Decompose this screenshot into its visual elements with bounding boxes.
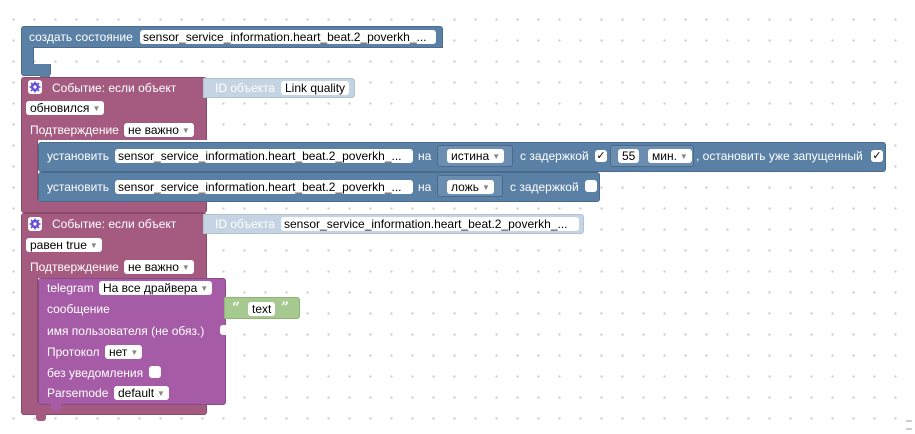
create-state-id-field[interactable]: sensor_service_information.heart_beat.2_…: [140, 30, 436, 44]
set1-stop-checkbox[interactable]: ✓: [871, 150, 883, 162]
event2-notch: [36, 413, 46, 421]
event1-ack-dropdown[interactable]: не важно ▼: [124, 123, 194, 137]
set2-on-label: на: [418, 180, 432, 194]
event2-title: Событие: если объект: [52, 217, 177, 231]
event2-condition-dropdown[interactable]: равен true ▼: [26, 238, 102, 252]
close-quote-icon: ”: [281, 300, 290, 316]
telegram-parsemode-dropdown[interactable]: default ▼: [114, 386, 169, 400]
telegram-label: telegram: [47, 281, 94, 295]
message-text-field[interactable]: text: [248, 302, 276, 316]
create-state-label: создать состояние: [29, 30, 133, 44]
event1-id-label: ID объекта: [215, 81, 276, 95]
event1-statement-rail: [21, 139, 38, 203]
event2-statement-rail: [21, 277, 38, 406]
event2-gear-icon[interactable]: [28, 217, 42, 231]
telegram-user-label: имя пользователя (не обяз.): [47, 324, 205, 338]
telegram-message-label: сообщение: [47, 302, 110, 316]
set1-delay-value[interactable]: 55: [618, 149, 640, 163]
resize-handle-2[interactable]: [906, 428, 912, 430]
event1-ack-label: Подтверждение: [30, 123, 119, 137]
set1-unit-dropdown[interactable]: мин. ▼: [648, 149, 692, 163]
event1-gear-icon[interactable]: [28, 80, 42, 94]
set2-delay-checkbox[interactable]: [585, 180, 597, 192]
telegram-recipient-dropdown[interactable]: На все драйвера ▼: [99, 281, 213, 295]
user-input-socket[interactable]: [220, 325, 226, 335]
set1-label: установить: [47, 149, 110, 163]
telegram-protocol-dropdown[interactable]: нет ▼: [105, 345, 143, 359]
open-quote-icon: “: [232, 300, 241, 316]
event1-condition-dropdown[interactable]: обновился ▼: [26, 101, 105, 115]
set1-delay-checkbox[interactable]: ✓: [595, 150, 607, 162]
event2-ack-dropdown[interactable]: не важно ▼: [124, 260, 194, 274]
set2-delay-label: с задержкой: [510, 180, 579, 194]
telegram-protocol-label: Протокол: [47, 345, 100, 359]
resize-handle[interactable]: [906, 420, 912, 422]
telegram-silent-checkbox[interactable]: [149, 366, 161, 378]
event2-id-label: ID объекта: [215, 217, 276, 231]
set1-delay-label: с задержкой: [520, 149, 589, 163]
event1-id-field[interactable]: Link quality: [281, 81, 350, 95]
set1-id-field[interactable]: sensor_service_information.heart_beat.2_…: [115, 149, 413, 163]
set2-label: установить: [47, 180, 110, 194]
telegram-parsemode-label: Parsemode: [47, 386, 109, 400]
set2-value-dropdown[interactable]: ложь ▼: [447, 180, 494, 194]
set1-stop-label: , остановить уже запущенный: [696, 149, 863, 163]
event2-ack-label: Подтверждение: [30, 260, 119, 274]
telegram-notch: [51, 403, 61, 411]
event1-title: Событие: если объект: [52, 81, 177, 95]
telegram-silent-label: без уведомления: [47, 366, 144, 380]
event2-id-field[interactable]: sensor_service_information.heart_beat.2_…: [281, 217, 579, 231]
set2-id-field[interactable]: sensor_service_information.heart_beat.2_…: [115, 180, 413, 194]
set1-value-dropdown[interactable]: истина ▼: [447, 149, 505, 163]
set1-on-label: на: [418, 149, 432, 163]
